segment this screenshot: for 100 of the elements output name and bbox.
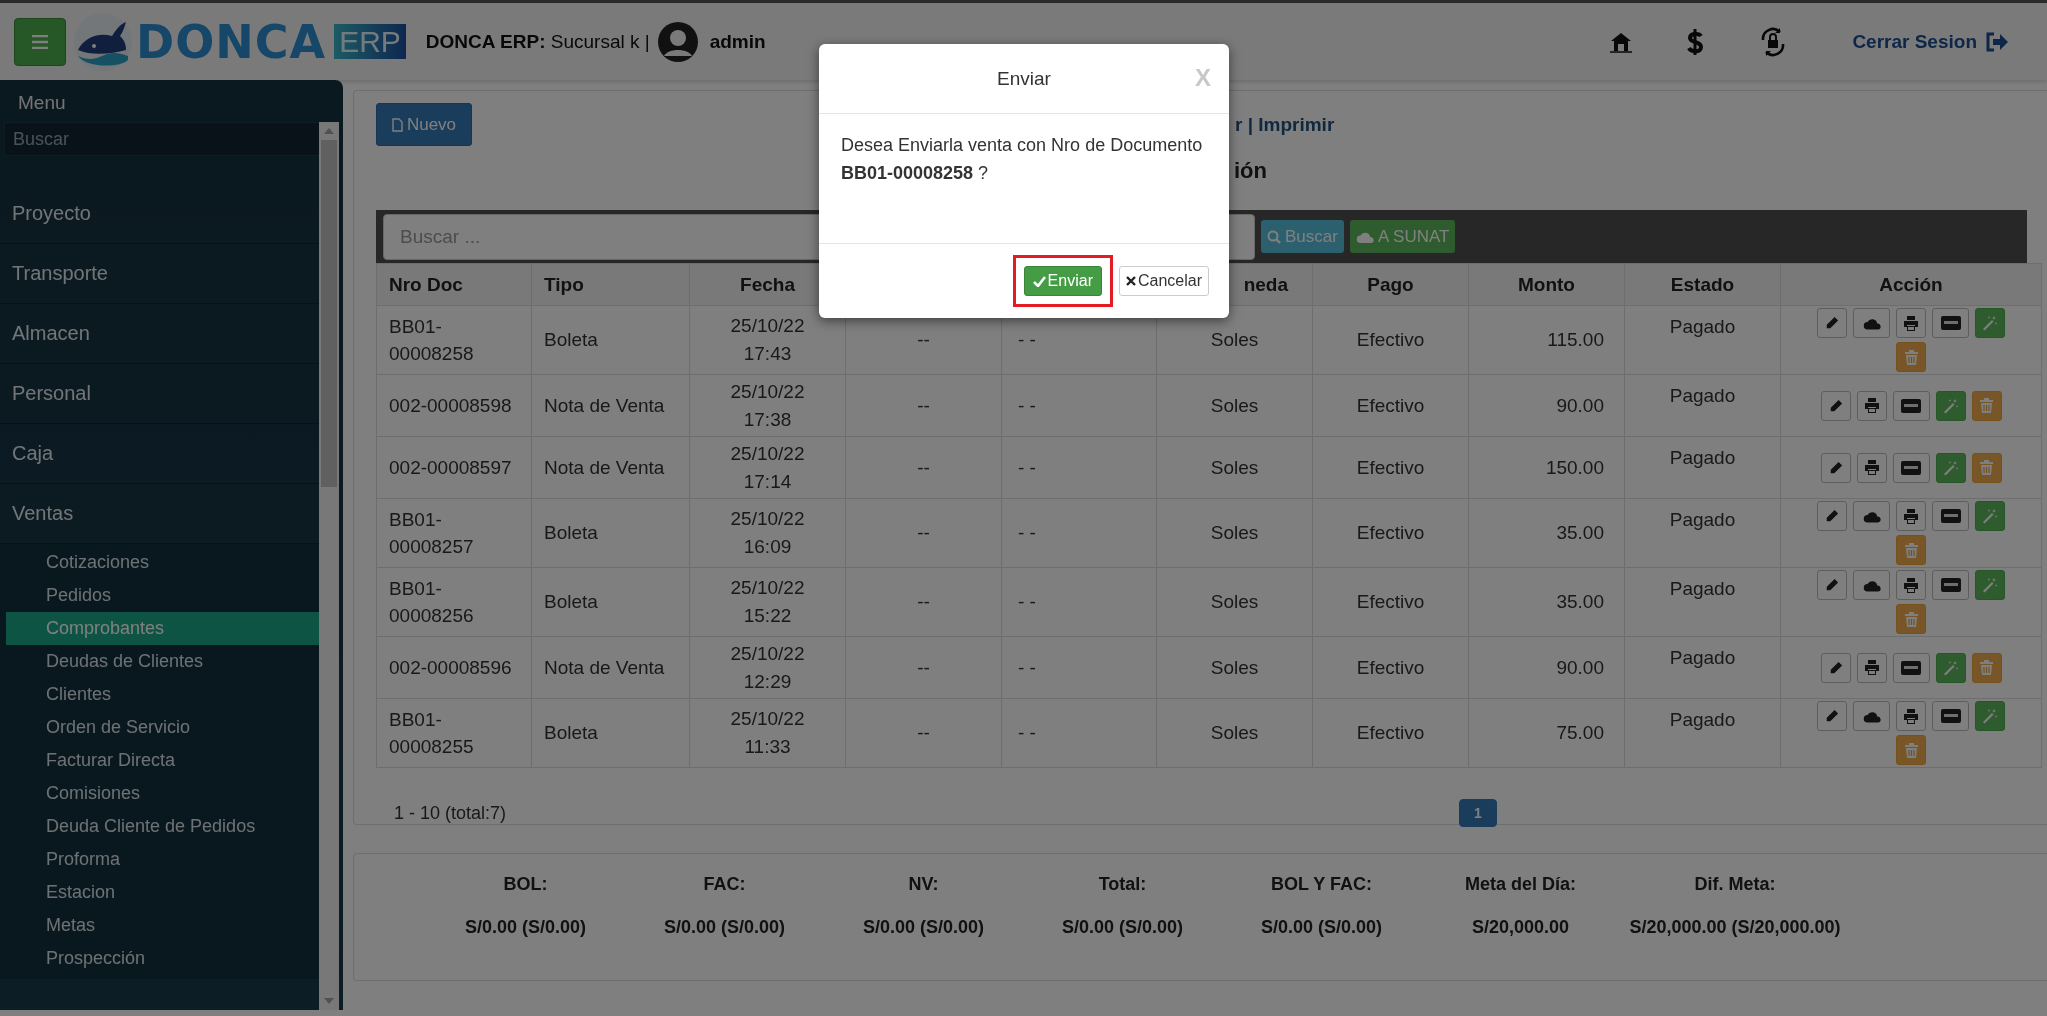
print-button[interactable] — [1856, 390, 1887, 421]
column-header: Acción — [1780, 263, 2042, 306]
table-cell: Boleta — [531, 498, 690, 568]
payment-button[interactable] — [1892, 652, 1930, 683]
cloud-icon — [1862, 316, 1881, 330]
table-cell: Boleta — [531, 698, 690, 768]
edit-button[interactable] — [1817, 308, 1847, 338]
send-button[interactable] — [1853, 570, 1890, 600]
printer-icon — [1863, 460, 1880, 475]
cloud-icon — [1862, 578, 1881, 592]
page-button[interactable]: 1 — [1459, 799, 1497, 827]
table-cell: - - — [1001, 374, 1157, 437]
print-button[interactable] — [1856, 652, 1887, 683]
payment-button[interactable] — [1892, 452, 1930, 483]
table-cell: - - — [1001, 436, 1157, 499]
edit-button[interactable] — [1820, 652, 1851, 683]
edit-button[interactable] — [1817, 701, 1847, 731]
table-cell: Soles — [1156, 636, 1313, 699]
cloud-icon — [1862, 509, 1881, 523]
payment-button[interactable] — [1932, 308, 1969, 338]
print-button[interactable] — [1896, 701, 1926, 731]
table-cell: -- — [845, 498, 1002, 568]
logo-badge: ERP — [334, 24, 406, 59]
column-header: Estado — [1624, 263, 1781, 306]
new-button[interactable]: Nuevo — [376, 103, 472, 146]
cancel-button[interactable]: Cancelar — [1118, 266, 1209, 296]
summary-label: Meta del Día: — [1465, 874, 1576, 895]
sidebar-subitem[interactable]: Cotizaciones — [6, 546, 319, 579]
pagination-summary: 1 - 10 (total:7) — [393, 802, 508, 824]
sidebar-subitem[interactable]: Comprobantes — [6, 612, 319, 645]
pencil-icon — [1828, 460, 1843, 475]
menu-button[interactable] — [14, 17, 66, 66]
print-button[interactable] — [1896, 570, 1926, 600]
print-link[interactable]: r | Imprimir — [1235, 113, 1335, 136]
sidebar-subitem[interactable]: Deudas de Clientes — [6, 645, 319, 678]
table-cell: - - — [1001, 567, 1157, 637]
printer-icon — [1903, 508, 1919, 524]
sunat-button[interactable]: A SUNAT — [1349, 220, 1456, 253]
payment-button[interactable] — [1932, 570, 1969, 600]
table-cell: - - — [1001, 698, 1157, 768]
search-icon — [1267, 229, 1281, 244]
column-header: Tipo — [531, 263, 690, 306]
send-button[interactable]: Enviar — [1023, 266, 1102, 296]
sidebar-subitem[interactable]: Deuda Cliente de Pedidos — [6, 810, 319, 843]
printer-icon — [1903, 315, 1919, 331]
table-cell: 75.00 — [1468, 698, 1625, 768]
sidebar-subitem[interactable]: Orden de Servicio — [6, 711, 319, 744]
table-cell: 002-00008597 — [376, 436, 532, 499]
whale-icon — [72, 11, 134, 72]
dialog-title: Enviar — [997, 67, 1051, 90]
check-icon — [1032, 275, 1046, 287]
summary-value: S/0.00 (S/0.00) — [464, 917, 587, 938]
search-field[interactable]: Buscar — [4, 122, 320, 156]
summary-value: S/0.00 (S/0.00) — [1061, 917, 1184, 938]
table-cell: 35.00 — [1468, 498, 1625, 568]
home-button[interactable] — [1610, 30, 1633, 53]
scroll-thumb[interactable] — [321, 140, 337, 487]
send-button[interactable] — [1853, 308, 1890, 338]
column-header: Monto — [1468, 263, 1625, 306]
sidebar-subitem[interactable]: Proforma — [6, 843, 319, 876]
avatar-icon — [657, 21, 698, 62]
table-cell: Soles — [1156, 374, 1313, 437]
edit-button[interactable] — [1820, 390, 1851, 421]
table-cell: Boleta — [531, 567, 690, 637]
table-cell: Nota de Venta — [531, 436, 690, 499]
table-cell: Boleta — [531, 305, 690, 375]
send-button[interactable] — [1853, 701, 1890, 731]
trash-icon — [1980, 660, 1993, 675]
sidebar-subitem[interactable]: Prospección — [6, 942, 319, 975]
table-cell: 90.00 — [1468, 636, 1625, 699]
printer-icon — [1903, 708, 1919, 724]
logout-link[interactable]: Cerrar Sesion — [1852, 30, 2009, 53]
edit-button[interactable] — [1817, 501, 1847, 531]
card-icon — [1901, 398, 1921, 413]
wand-icon — [1982, 708, 1998, 724]
pencil-icon — [1825, 709, 1839, 723]
pencil-icon — [1828, 660, 1843, 675]
sidebar-subitem[interactable]: Metas — [6, 909, 319, 942]
summary-value: S/0.00 (S/0.00) — [862, 917, 985, 938]
payment-button[interactable] — [1932, 501, 1969, 531]
sidebar-subitem[interactable]: Estacion — [6, 876, 319, 909]
table-cell: -- — [845, 436, 1002, 499]
print-button[interactable] — [1856, 452, 1887, 483]
sidebar-subitem[interactable]: Facturar Directa — [6, 744, 319, 777]
printer-icon — [1863, 398, 1880, 413]
cash-button[interactable] — [1686, 26, 1705, 57]
payment-button[interactable] — [1932, 701, 1969, 731]
print-button[interactable] — [1896, 501, 1926, 531]
payment-button[interactable] — [1892, 390, 1930, 421]
trash-icon — [1904, 349, 1918, 365]
print-button[interactable] — [1896, 308, 1926, 338]
sidebar-subitem[interactable]: Comisiones — [6, 777, 319, 810]
edit-button[interactable] — [1820, 452, 1851, 483]
sidebar-subitem[interactable]: Clientes — [6, 678, 319, 711]
edit-button[interactable] — [1817, 570, 1847, 600]
send-button[interactable] — [1853, 501, 1890, 531]
column-header: Nro Doc — [376, 263, 532, 306]
sidebar-subitem[interactable]: Pedidos — [6, 579, 319, 612]
scrollbar[interactable] — [319, 122, 339, 1010]
cloud-icon — [1862, 709, 1881, 723]
